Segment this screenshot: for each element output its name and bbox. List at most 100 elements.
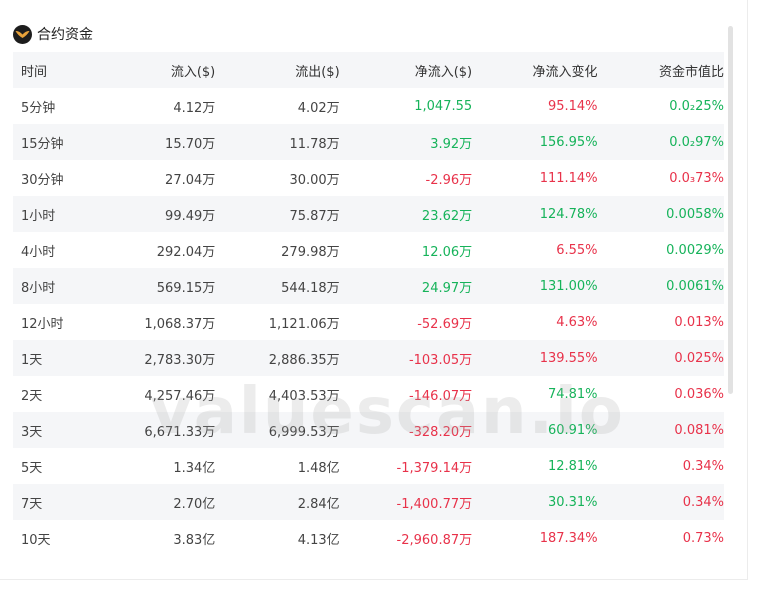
vertical-scrollbar[interactable] xyxy=(728,26,733,394)
cell-net-change: 4.63% xyxy=(556,314,598,330)
column-header-outflow[interactable]: 流出($) xyxy=(215,52,340,88)
cell-net-inflow: 12.06万 xyxy=(421,244,473,260)
cell-net-inflow: -52.69万 xyxy=(417,316,473,332)
cell-fund-market-ratio: 0.0₃73% xyxy=(669,170,724,186)
cell-fund-market-ratio: 0.0₂97% xyxy=(597,124,724,160)
cell-net-inflow: -2,960.87万 xyxy=(396,532,473,548)
cell-period: 15分钟 xyxy=(13,124,94,160)
table-row: 7天 2.70亿 2.84亿 -1,400.77万 30.31% 0.34% xyxy=(13,484,724,520)
table-row: 1天 2,783.30万 2,886.35万 -103.05万 139.55% 0.025… xyxy=(13,340,724,376)
column-header-inflow[interactable]: 流入($) xyxy=(93,52,216,88)
cell-outflow: 1,121.06万 xyxy=(268,316,340,332)
table-row: 5分钟 4.12万 4.02万 1,047.55 95.14% 0.0₂25% xyxy=(13,88,724,124)
cell-fund-market-ratio: 0.34% xyxy=(682,458,724,474)
cell-period: 30分钟 xyxy=(21,172,64,188)
cell-inflow: 27.04万 xyxy=(165,172,216,188)
cell-outflow: 544.18万 xyxy=(215,268,340,304)
cell-net-inflow: -146.07万 xyxy=(408,388,473,404)
cell-net-change: 124.78% xyxy=(472,196,598,232)
table-row: 3天 6,671.33万 6,999.53万 -328.20万 60.91% 0.081% xyxy=(13,412,724,448)
cell-period: 3天 xyxy=(13,412,94,448)
funds-table: 时间 流入($) 流出($) 净流入($) 净流入变化 资金市值比 5分钟 4.1… xyxy=(13,52,724,556)
cell-outflow: 75.87万 xyxy=(215,196,340,232)
cell-net-change: 156.95% xyxy=(472,124,598,160)
table-row: 10天 3.83亿 4.13亿 -2,960.87万 187.34% 0.73% xyxy=(13,520,724,556)
cell-inflow: 1.34亿 xyxy=(173,460,216,476)
cell-outflow: 6,999.53万 xyxy=(215,412,340,448)
cell-period: 1小时 xyxy=(13,196,94,232)
cell-net-inflow: 3.92万 xyxy=(339,124,473,160)
cell-net-change: 74.81% xyxy=(547,386,598,402)
cell-period: 1天 xyxy=(13,340,94,376)
cell-fund-market-ratio: 0.036% xyxy=(674,386,724,402)
cell-inflow: 6,671.33万 xyxy=(93,412,216,448)
cell-outflow: 2.84亿 xyxy=(215,484,340,520)
cell-net-inflow: -328.20万 xyxy=(339,412,473,448)
contract-funds-panel: 合约资金 时间 流入($) 流出($) 净流入($) 净流入变化 资金市值比 5… xyxy=(0,0,748,580)
cell-net-change: 12.81% xyxy=(547,458,598,474)
cell-net-inflow: 24.97万 xyxy=(339,268,473,304)
cell-net-inflow: 1,047.55 xyxy=(414,98,473,114)
cell-net-inflow: -1,400.77万 xyxy=(339,484,473,520)
table-row: 4小时 292.04万 279.98万 12.06万 6.55% 0.0029% xyxy=(13,232,724,268)
cell-outflow: 4.02万 xyxy=(297,100,340,116)
cell-net-change: 30.31% xyxy=(472,484,598,520)
cell-outflow: 279.98万 xyxy=(281,244,340,260)
cell-period: 12小时 xyxy=(21,316,64,332)
column-header-fund-market-ratio[interactable]: 资金市值比 xyxy=(597,52,724,88)
table-row: 8小时 569.15万 544.18万 24.97万 131.00% 0.0061% xyxy=(13,268,724,304)
cell-inflow: 2.70亿 xyxy=(93,484,216,520)
table-row: 2天 4,257.46万 4,403.53万 -146.07万 74.81% 0.036% xyxy=(13,376,724,412)
cell-period: 7天 xyxy=(13,484,94,520)
cell-outflow: 30.00万 xyxy=(289,172,340,188)
cell-outflow: 2,886.35万 xyxy=(215,340,340,376)
panel-title: 合约资金 xyxy=(37,27,93,43)
cell-net-change: 139.55% xyxy=(472,340,598,376)
cell-net-change: 60.91% xyxy=(472,412,598,448)
cell-net-change: 111.14% xyxy=(539,170,598,186)
cell-outflow: 4,403.53万 xyxy=(268,388,340,404)
cell-fund-market-ratio: 0.013% xyxy=(674,314,724,330)
cell-net-inflow: -2.96万 xyxy=(425,172,473,188)
cell-period: 2天 xyxy=(21,388,43,404)
table-row: 15分钟 15.70万 11.78万 3.92万 156.95% 0.0₂97% xyxy=(13,124,724,160)
cell-period: 5天 xyxy=(21,460,43,476)
column-header-net-inflow[interactable]: 净流入($) xyxy=(339,52,473,88)
table-row: 5天 1.34亿 1.48亿 -1,379.14万 12.81% 0.34% xyxy=(13,448,724,484)
cell-fund-market-ratio: 0.73% xyxy=(682,530,724,546)
cell-fund-market-ratio: 0.34% xyxy=(597,484,724,520)
cell-fund-market-ratio: 0.025% xyxy=(597,340,724,376)
cell-period: 5分钟 xyxy=(21,100,56,116)
cell-fund-market-ratio: 0.081% xyxy=(597,412,724,448)
cell-net-change: 131.00% xyxy=(472,268,598,304)
cell-inflow: 15.70万 xyxy=(93,124,216,160)
cell-net-change: 6.55% xyxy=(556,242,598,258)
cell-inflow: 3.83亿 xyxy=(173,532,216,548)
cell-period: 8小时 xyxy=(13,268,94,304)
cell-inflow: 569.15万 xyxy=(93,268,216,304)
cell-inflow: 292.04万 xyxy=(156,244,216,260)
table-body: 5分钟 4.12万 4.02万 1,047.55 95.14% 0.0₂25% 15分钟 15… xyxy=(13,88,724,556)
cell-net-inflow: -1,379.14万 xyxy=(396,460,473,476)
cell-net-inflow: 23.62万 xyxy=(339,196,473,232)
cell-fund-market-ratio: 0.0061% xyxy=(597,268,724,304)
panel-header: 合约资金 xyxy=(13,22,93,46)
column-header-period[interactable]: 时间 xyxy=(13,52,94,88)
cell-net-change: 95.14% xyxy=(547,98,598,114)
cell-inflow: 4,257.46万 xyxy=(144,388,216,404)
wings-logo-icon xyxy=(13,24,32,44)
cell-inflow: 2,783.30万 xyxy=(93,340,216,376)
cell-inflow: 99.49万 xyxy=(93,196,216,232)
table-row: 12小时 1,068.37万 1,121.06万 -52.69万 4.63% 0.013% xyxy=(13,304,724,340)
cell-fund-market-ratio: 0.0₂25% xyxy=(669,98,724,114)
column-header-net-change[interactable]: 净流入变化 xyxy=(472,52,598,88)
cell-fund-market-ratio: 0.0029% xyxy=(666,242,724,258)
table-header-row: 时间 流入($) 流出($) 净流入($) 净流入变化 资金市值比 xyxy=(13,52,724,88)
cell-period: 10天 xyxy=(21,532,51,548)
table-row: 30分钟 27.04万 30.00万 -2.96万 111.14% 0.0₃73% xyxy=(13,160,724,196)
cell-inflow: 4.12万 xyxy=(173,100,216,116)
cell-outflow: 1.48亿 xyxy=(297,460,340,476)
cell-outflow: 11.78万 xyxy=(215,124,340,160)
cell-inflow: 1,068.37万 xyxy=(144,316,216,332)
table-row: 1小时 99.49万 75.87万 23.62万 124.78% 0.0058% xyxy=(13,196,724,232)
